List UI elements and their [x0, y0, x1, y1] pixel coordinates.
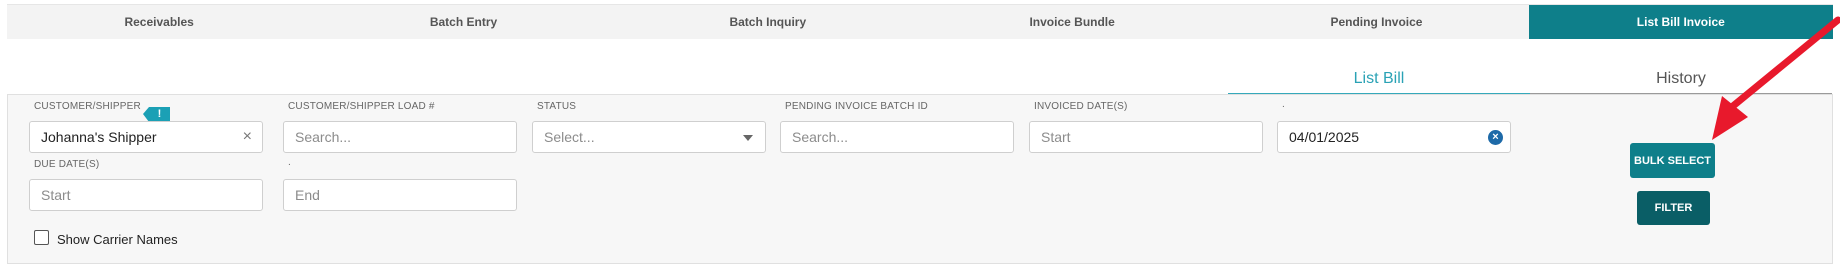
customer-load-placeholder: Search...	[295, 129, 352, 145]
customer-value: Johanna's Shipper	[41, 129, 157, 145]
module-tab-bar: Receivables Batch Entry Batch Inquiry In…	[7, 4, 1833, 39]
status-select[interactable]: Select...	[532, 121, 766, 153]
filter-panel: CUSTOMER/SHIPPER ! Johanna's Shipper × C…	[7, 94, 1833, 264]
status-placeholder: Select...	[544, 129, 595, 145]
subtab-list-bill[interactable]: List Bill	[1228, 68, 1530, 95]
invoiced-end-input[interactable]: 04/01/2025 ×	[1277, 121, 1511, 153]
invoiced-date-label: INVOICED DATE(S)	[1034, 101, 1128, 112]
tab-batch-inquiry[interactable]: Batch Inquiry	[616, 5, 920, 39]
bulk-select-button[interactable]: BULK SELECT	[1630, 143, 1715, 178]
invoiced-start-input[interactable]: Start	[1029, 121, 1263, 153]
due-date-label: DUE DATE(S)	[34, 159, 100, 170]
tab-batch-entry[interactable]: Batch Entry	[311, 5, 615, 39]
filter-button[interactable]: FILTER	[1637, 191, 1710, 225]
status-label: STATUS	[537, 101, 577, 112]
clear-date-icon[interactable]: ×	[1488, 130, 1503, 145]
tab-invoice-bundle[interactable]: Invoice Bundle	[920, 5, 1224, 39]
tab-pending-invoice[interactable]: Pending Invoice	[1224, 5, 1528, 39]
customer-load-input[interactable]: Search...	[283, 121, 517, 153]
due-end-label: .	[288, 157, 291, 168]
batch-id-input[interactable]: Search...	[780, 121, 1014, 153]
invoiced-start-placeholder: Start	[1041, 129, 1071, 145]
batch-id-label: PENDING INVOICE BATCH ID	[785, 101, 928, 112]
customer-field[interactable]: Johanna's Shipper ×	[29, 121, 263, 153]
subtab-bar: List Bill History	[1228, 68, 1832, 95]
show-carrier-label: Show Carrier Names	[57, 232, 178, 247]
clear-icon[interactable]: ×	[243, 128, 252, 146]
show-carrier-checkbox[interactable]	[34, 230, 49, 245]
invoiced-end-value: 04/01/2025	[1289, 129, 1360, 145]
chevron-down-icon	[743, 135, 753, 141]
tab-receivables[interactable]: Receivables	[7, 5, 311, 39]
customer-load-label: CUSTOMER/SHIPPER LOAD #	[288, 101, 435, 112]
batch-id-placeholder: Search...	[792, 129, 849, 145]
alert-icon: !	[143, 107, 170, 122]
due-end-input[interactable]: End	[283, 179, 517, 211]
tab-list-bill-invoice[interactable]: List Bill Invoice	[1528, 5, 1833, 39]
customer-label: CUSTOMER/SHIPPER	[34, 101, 141, 112]
due-start-placeholder: Start	[41, 187, 71, 203]
subtab-history[interactable]: History	[1530, 68, 1832, 95]
due-end-placeholder: End	[295, 187, 320, 203]
due-start-input[interactable]: Start	[29, 179, 263, 211]
invoiced-end-label: .	[1282, 99, 1285, 110]
